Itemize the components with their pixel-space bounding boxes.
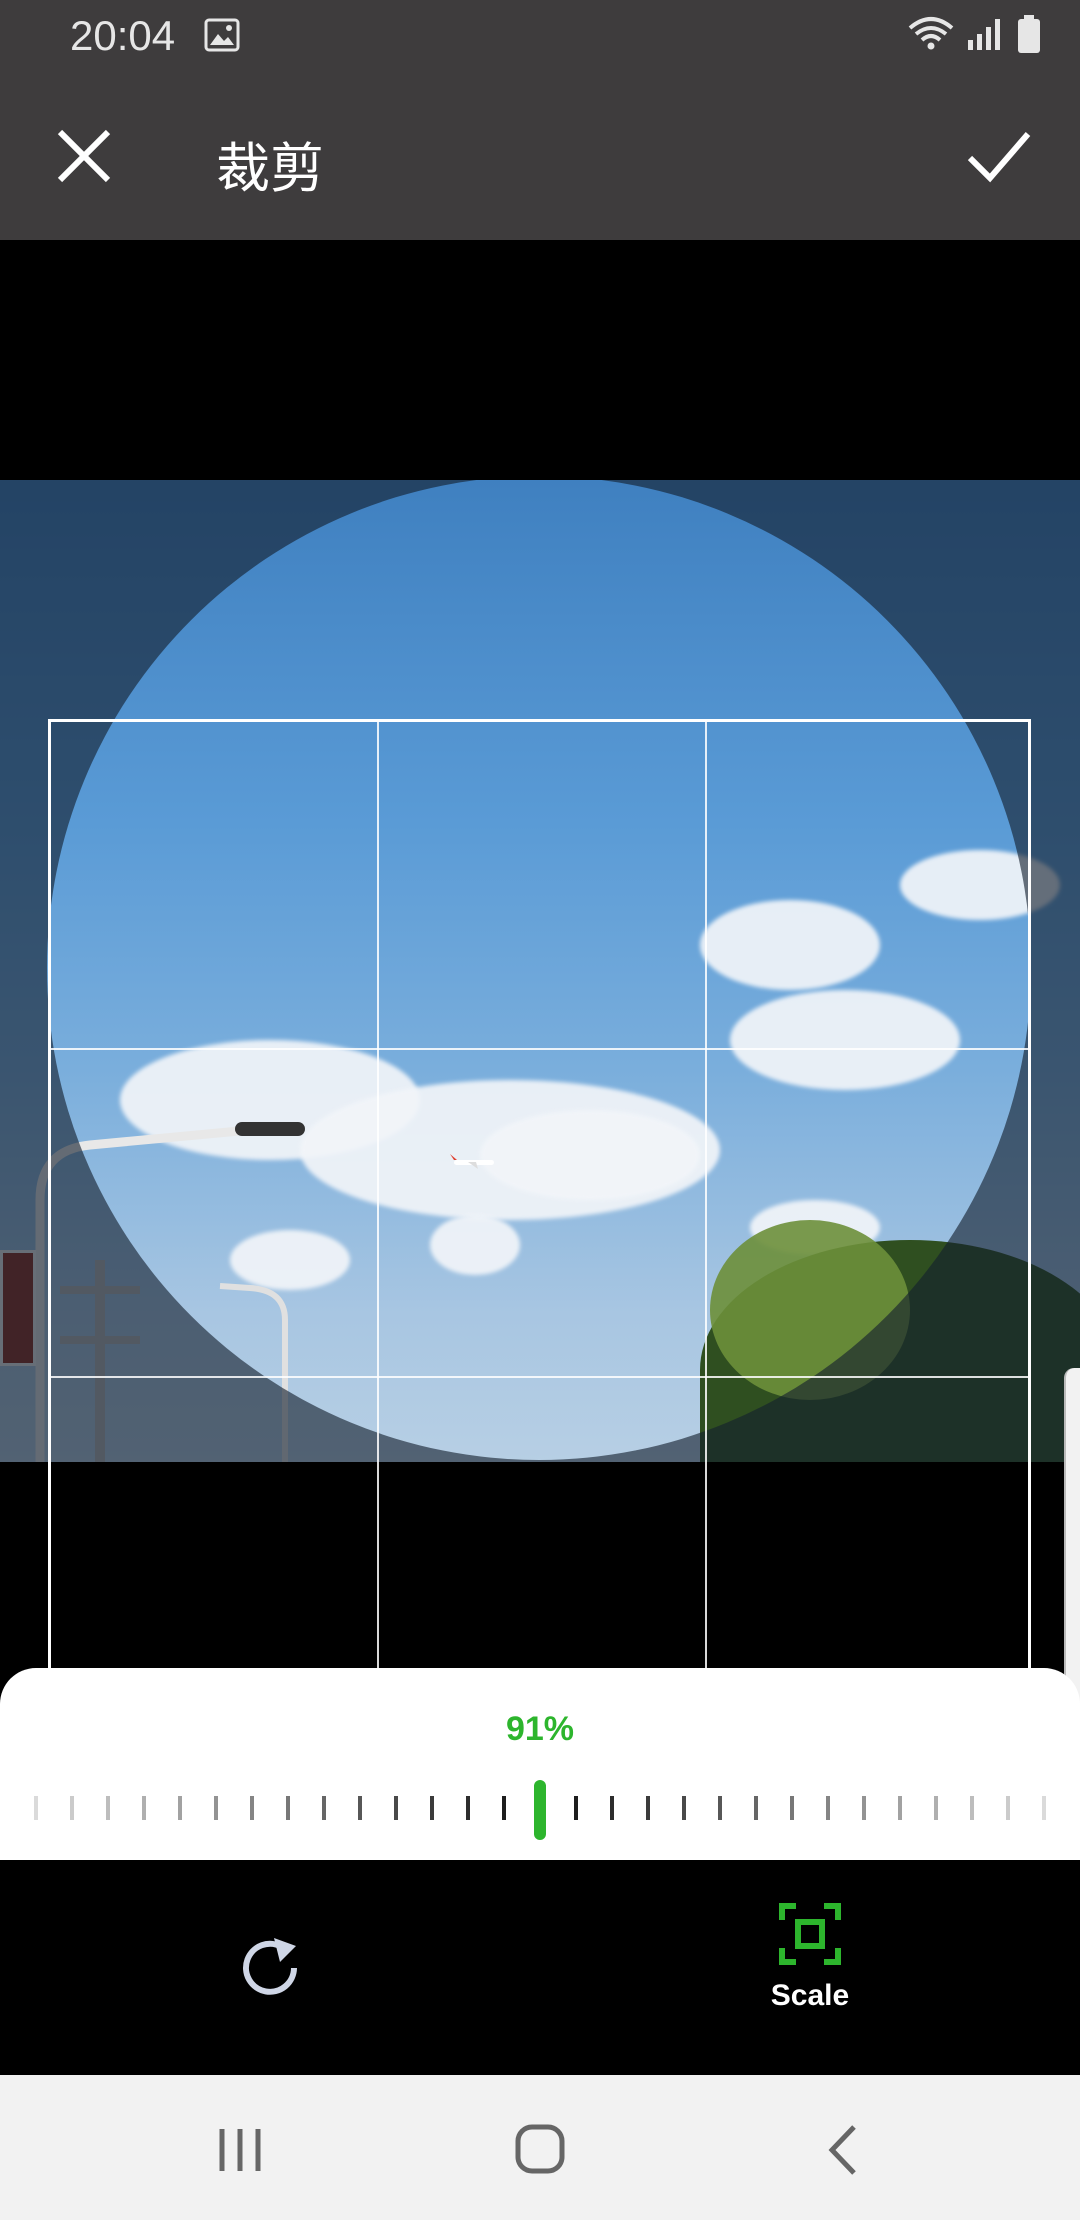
back-icon[interactable] xyxy=(804,2115,884,2185)
grid-line xyxy=(51,1376,1028,1378)
scale-panel: 91% xyxy=(0,1668,1080,1860)
bottom-toolbar: Scale xyxy=(0,1860,1080,2075)
app-bar: 裁剪 xyxy=(0,72,1080,240)
slider-thumb[interactable] xyxy=(534,1780,546,1840)
status-time: 20:04 xyxy=(70,12,176,59)
battery-icon xyxy=(1018,15,1040,53)
rotate-button[interactable] xyxy=(234,1932,306,2004)
scale-label: Scale xyxy=(770,1979,850,2012)
photo-canvas[interactable] xyxy=(0,240,1080,1701)
status-indicators xyxy=(906,14,1042,54)
scale-icon xyxy=(779,1903,841,1965)
signal-icon xyxy=(968,19,1000,50)
image-icon xyxy=(204,18,240,52)
page-title: 裁剪 xyxy=(216,137,324,200)
close-button[interactable] xyxy=(50,122,118,190)
grid-line xyxy=(705,722,707,1698)
scale-slider[interactable] xyxy=(0,1768,1080,1848)
home-icon[interactable] xyxy=(500,2115,580,2185)
crop-frame[interactable] xyxy=(48,719,1031,1701)
crop-screen: 20:04 裁剪 91% Scale xyxy=(0,0,1080,2220)
navigation-bar xyxy=(0,2075,1080,2220)
recents-icon[interactable] xyxy=(200,2115,280,2185)
confirm-button[interactable] xyxy=(962,120,1034,192)
scale-button[interactable]: Scale xyxy=(750,1902,870,2042)
wifi-icon xyxy=(908,17,954,50)
scale-value: 91% xyxy=(505,1710,575,1748)
grid-line xyxy=(377,722,379,1698)
status-bar: 20:04 xyxy=(0,0,1080,72)
grid-line xyxy=(51,1048,1028,1050)
